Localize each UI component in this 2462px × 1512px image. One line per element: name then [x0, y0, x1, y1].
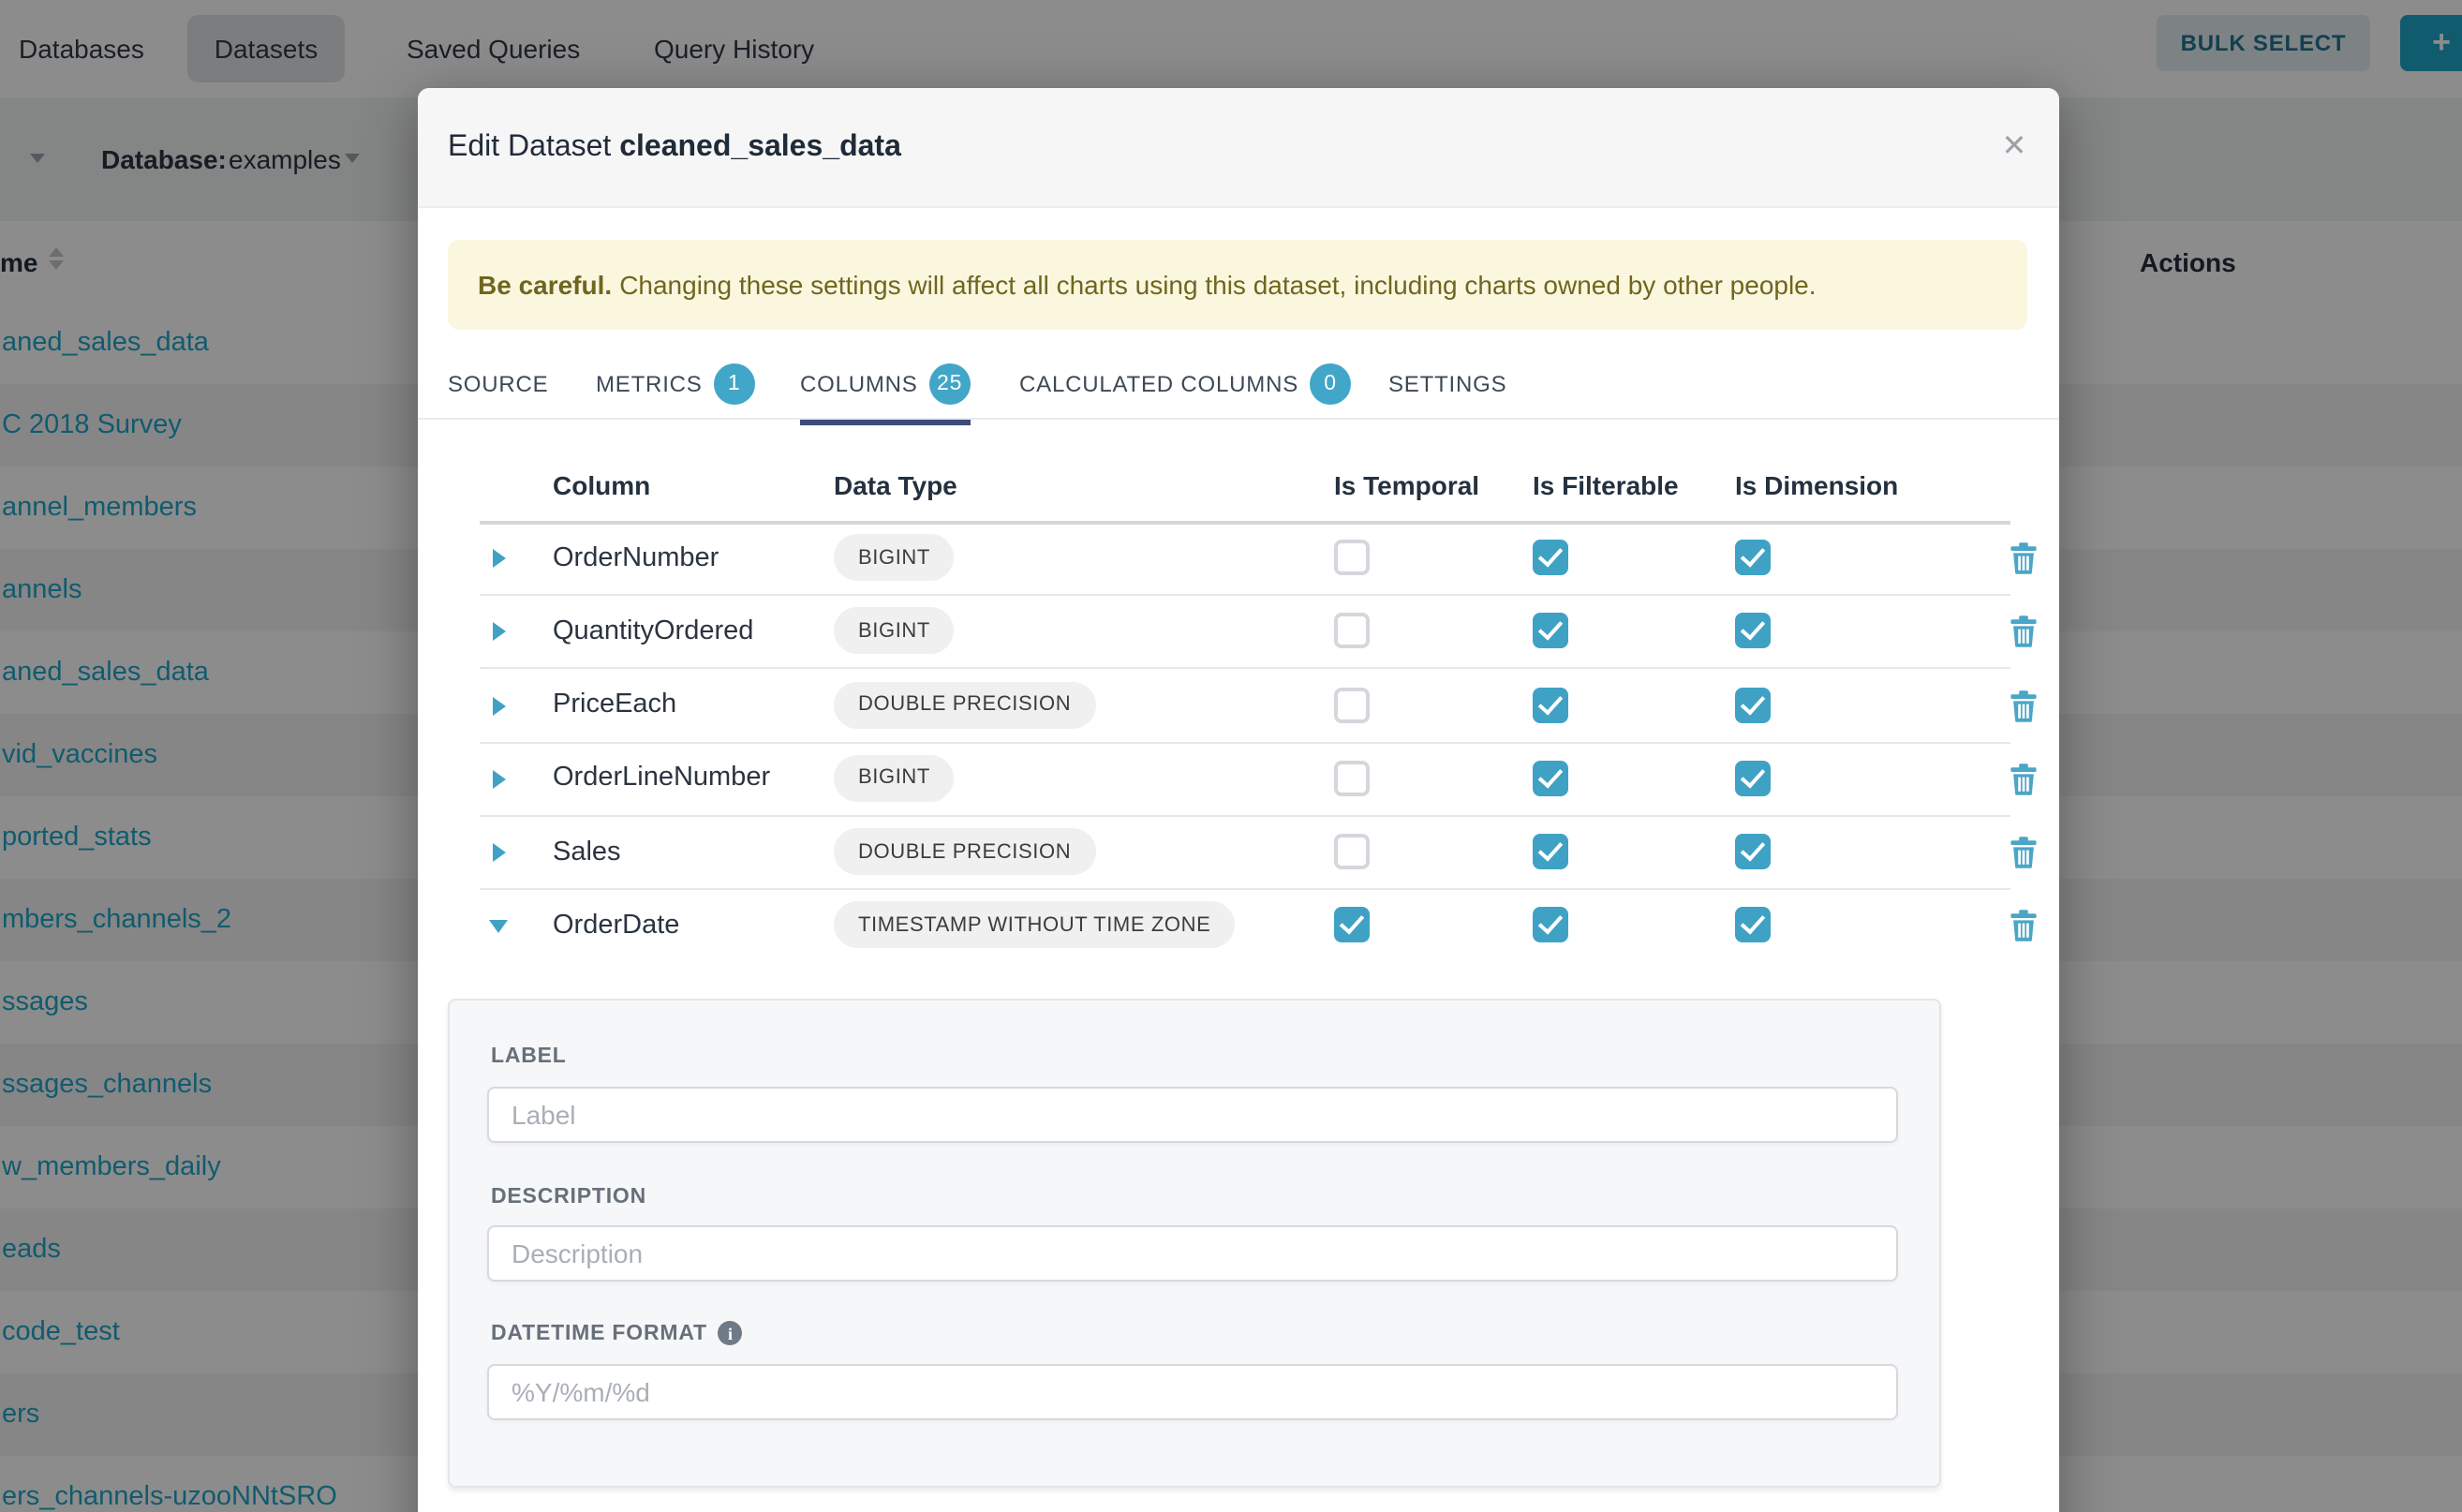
- label-input[interactable]: [487, 1087, 1898, 1143]
- calculated-columns-count-badge: 0: [1310, 363, 1351, 405]
- is-temporal-checkbox[interactable]: [1334, 834, 1370, 869]
- column-row: OrderNumber BIGINT: [480, 521, 2010, 596]
- metrics-count-badge: 1: [714, 363, 755, 405]
- tabs-divider: [418, 418, 2059, 420]
- delete-column-button[interactable]: [2009, 910, 2039, 943]
- column-row: Sales DOUBLE PRECISION: [480, 815, 2010, 890]
- description-field-label-text: DESCRIPTION: [491, 1186, 646, 1208]
- info-icon[interactable]: i: [719, 1321, 743, 1345]
- trash-icon: [2009, 910, 2039, 943]
- modal-title: Edit Dataset cleaned_sales_data: [448, 130, 901, 164]
- is-filterable-checkbox[interactable]: [1533, 834, 1568, 869]
- tab-columns[interactable]: COLUMNS 25: [800, 350, 971, 418]
- expand-caret-icon[interactable]: [493, 770, 506, 789]
- column-row: PriceEach DOUBLE PRECISION: [480, 668, 2010, 743]
- datetime-format-label-text: DATETIME FORMAT: [491, 1322, 707, 1344]
- delete-column-button[interactable]: [2009, 541, 2039, 575]
- is-temporal-checkbox[interactable]: [1334, 687, 1370, 722]
- datetime-format-input[interactable]: [487, 1364, 1898, 1420]
- label-field-label: LABEL: [491, 1045, 567, 1068]
- delete-column-button[interactable]: [2009, 689, 2039, 722]
- column-detail-panel: LABEL DESCRIPTION DATETIME FORMAT i: [448, 999, 1941, 1488]
- warning-banner-text: Changing these settings will affect all …: [619, 270, 1816, 300]
- is-temporal-header: Is Temporal: [1334, 457, 1479, 513]
- tab-metrics[interactable]: METRICS 1: [596, 350, 755, 418]
- is-dimension-checkbox[interactable]: [1735, 761, 1771, 796]
- is-filterable-checkbox[interactable]: [1533, 761, 1568, 796]
- data-type-pill: TIMESTAMP WITHOUT TIME ZONE: [834, 902, 1235, 949]
- is-filterable-checkbox[interactable]: [1533, 908, 1568, 943]
- edit-dataset-modal: Edit Dataset cleaned_sales_data ✕ Be car…: [418, 88, 2059, 1512]
- trash-icon: [2009, 763, 2039, 796]
- column-row: OrderLineNumber BIGINT: [480, 742, 2010, 817]
- is-dimension-checkbox[interactable]: [1735, 614, 1771, 649]
- data-type-header: Data Type: [834, 457, 957, 513]
- tab-columns-label: COLUMNS: [800, 371, 918, 397]
- column-row: OrderDate TIMESTAMP WITHOUT TIME ZONE: [480, 889, 2010, 962]
- is-filterable-checkbox[interactable]: [1533, 614, 1568, 649]
- expand-caret-icon[interactable]: [493, 696, 506, 715]
- is-dimension-checkbox[interactable]: [1735, 834, 1771, 869]
- column-name: QuantityOrdered: [553, 595, 753, 668]
- expand-caret-icon[interactable]: [493, 623, 506, 642]
- is-filterable-checkbox[interactable]: [1533, 540, 1568, 575]
- is-dimension-header: Is Dimension: [1735, 457, 1898, 513]
- is-temporal-checkbox[interactable]: [1334, 540, 1370, 575]
- modal-title-prefix: Edit Dataset: [448, 130, 611, 162]
- screen: Databases Datasets Saved Queries Query H…: [0, 0, 2462, 1512]
- data-type-pill: DOUBLE PRECISION: [834, 681, 1095, 728]
- is-dimension-checkbox[interactable]: [1735, 540, 1771, 575]
- column-name: Sales: [553, 815, 621, 888]
- close-button[interactable]: ✕: [1990, 122, 2039, 170]
- is-temporal-checkbox[interactable]: [1334, 908, 1370, 943]
- column-name: OrderLineNumber: [553, 742, 770, 815]
- delete-column-button[interactable]: [2009, 836, 2039, 869]
- datetime-format-field-label: DATETIME FORMAT i: [491, 1321, 743, 1345]
- warning-banner: Be careful. Changing these settings will…: [448, 240, 2027, 330]
- is-filterable-header: Is Filterable: [1533, 457, 1679, 513]
- trash-icon: [2009, 541, 2039, 575]
- tab-source-label: SOURCE: [448, 371, 549, 397]
- data-type-pill: BIGINT: [834, 608, 955, 655]
- expand-caret-icon[interactable]: [493, 549, 506, 568]
- column-header: Column: [553, 457, 650, 513]
- close-icon: ✕: [2002, 127, 2027, 165]
- data-type-pill: DOUBLE PRECISION: [834, 828, 1095, 875]
- tab-metrics-label: METRICS: [596, 371, 703, 397]
- tab-calculated-columns[interactable]: CALCULATED COLUMNS 0: [1019, 350, 1351, 418]
- modal-header: Edit Dataset cleaned_sales_data: [418, 88, 2059, 208]
- trash-icon: [2009, 615, 2039, 649]
- tab-source[interactable]: SOURCE: [448, 350, 549, 418]
- label-field-label-text: LABEL: [491, 1045, 567, 1068]
- columns-table-header: Column Data Type Is Temporal Is Filterab…: [480, 457, 2010, 525]
- description-input[interactable]: [487, 1225, 1898, 1282]
- collapse-caret-icon[interactable]: [489, 921, 508, 934]
- is-filterable-checkbox[interactable]: [1533, 687, 1568, 722]
- data-type-pill: BIGINT: [834, 755, 955, 802]
- is-temporal-checkbox[interactable]: [1334, 614, 1370, 649]
- is-dimension-checkbox[interactable]: [1735, 908, 1771, 943]
- column-name: OrderDate: [553, 889, 679, 962]
- tab-calculated-columns-label: CALCULATED COLUMNS: [1019, 371, 1298, 397]
- expand-caret-icon[interactable]: [493, 843, 506, 862]
- column-name: PriceEach: [553, 668, 676, 741]
- column-name: OrderNumber: [553, 521, 719, 594]
- tab-settings-label: SETTINGS: [1388, 371, 1506, 397]
- delete-column-button[interactable]: [2009, 763, 2039, 796]
- columns-count-badge: 25: [929, 363, 971, 405]
- is-temporal-checkbox[interactable]: [1334, 761, 1370, 796]
- app: Databases Datasets Saved Queries Query H…: [0, 0, 2462, 1512]
- data-type-pill: BIGINT: [834, 534, 955, 581]
- description-field-label: DESCRIPTION: [491, 1186, 646, 1208]
- modal-title-dataset-name: cleaned_sales_data: [619, 130, 901, 162]
- trash-icon: [2009, 836, 2039, 869]
- trash-icon: [2009, 689, 2039, 722]
- is-dimension-checkbox[interactable]: [1735, 687, 1771, 722]
- column-row: QuantityOrdered BIGINT: [480, 595, 2010, 670]
- warning-banner-bold: Be careful.: [478, 270, 612, 300]
- delete-column-button[interactable]: [2009, 615, 2039, 649]
- tab-settings[interactable]: SETTINGS: [1388, 350, 1506, 418]
